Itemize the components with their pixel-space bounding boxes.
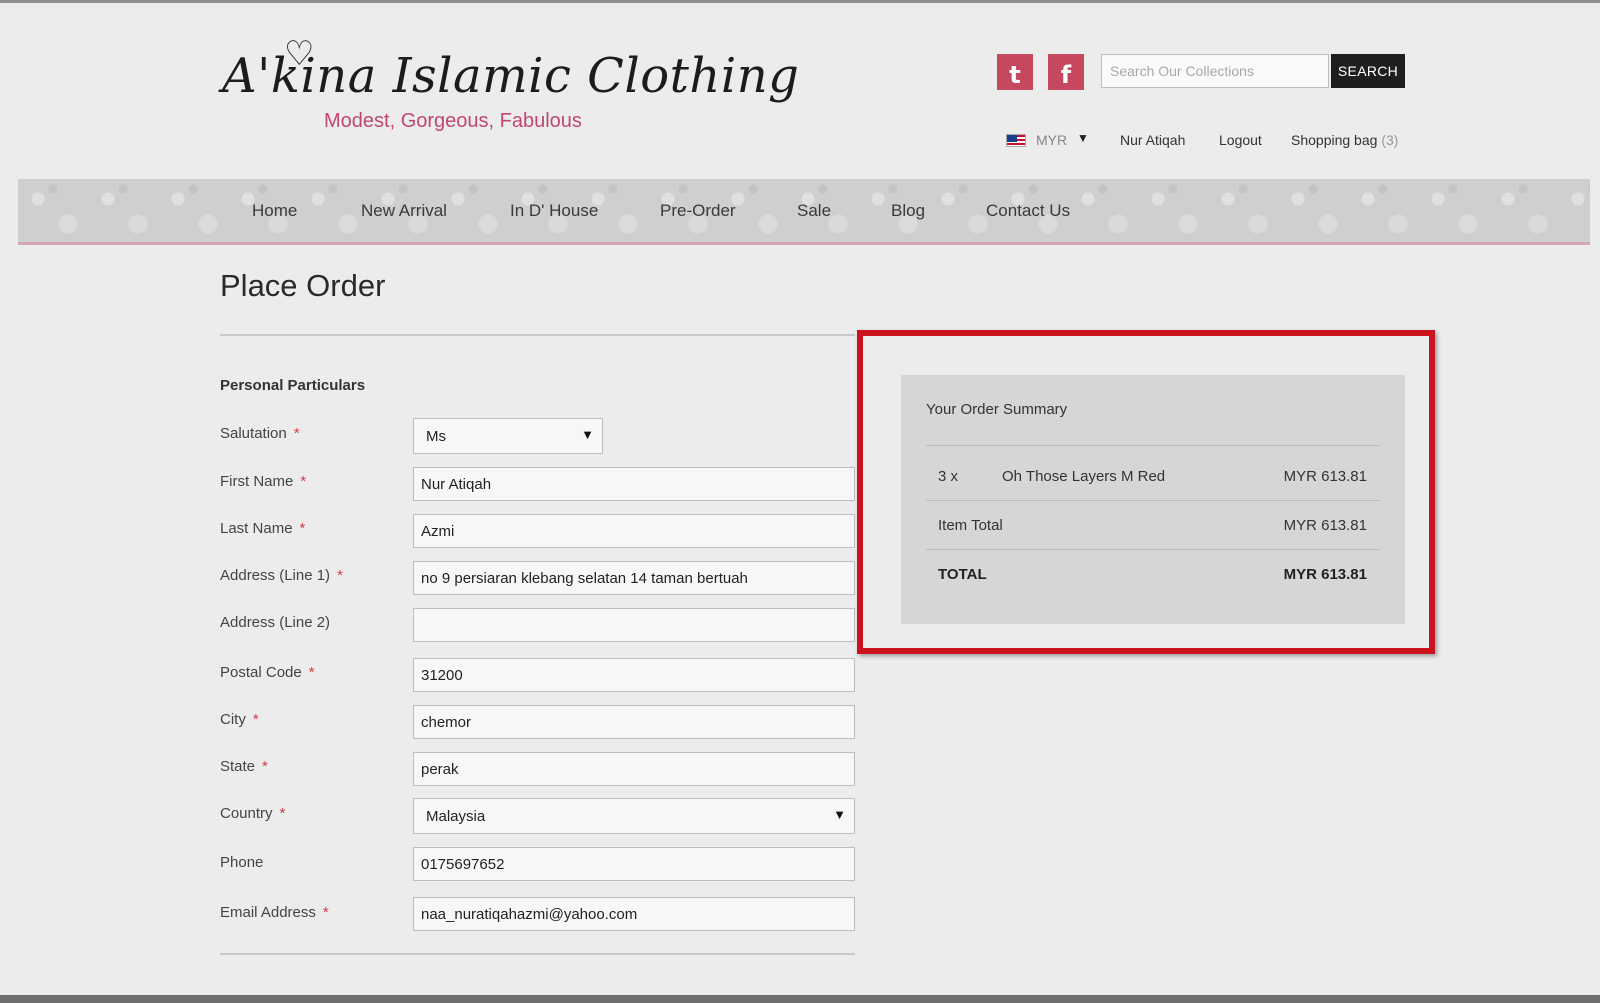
site-logo[interactable]: ♡ A'kina Islamic Clothing Modest, Gorgeo… [222,34,799,144]
phone-label: Phone [220,854,264,871]
order-summary: Your Order Summary 3 x Oh Those Layers M… [901,375,1405,624]
first-name-field[interactable] [413,467,855,501]
postal-code-field[interactable] [413,658,855,692]
item-name: Oh Those Layers M Red [1002,468,1166,485]
page: ♡ A'kina Islamic Clothing Modest, Gorgeo… [0,0,1600,1003]
main-nav: Home New Arrival In D' House Pre-Order S… [18,179,1590,245]
address1-field[interactable] [413,561,855,595]
address2-label: Address (Line 2) [220,614,331,631]
search-button[interactable]: SEARCH [1331,54,1405,88]
total-value: MYR 613.81 [1283,566,1367,583]
divider [220,334,855,336]
currency-selector[interactable]: MYR [1036,132,1067,152]
divider [220,953,855,955]
nav-in-d-house[interactable]: In D' House [510,201,598,221]
divider [926,549,1380,550]
caret-down-icon: ▼ [833,807,846,822]
last-name-field[interactable] [413,514,855,548]
state-field[interactable] [413,752,855,786]
nav-home[interactable]: Home [252,201,297,221]
address1-label: Address (Line 1) * [220,567,343,584]
bottom-border [0,995,1600,1003]
divider [926,500,1380,501]
item-price: MYR 613.81 [1283,468,1367,485]
item-total-label: Item Total [938,517,1003,534]
nav-pre-order[interactable]: Pre-Order [660,201,736,221]
shopping-bag-count: (3) [1381,132,1399,148]
shopping-bag-label: Shopping bag [1291,132,1378,148]
first-name-label: First Name * [220,473,307,490]
state-label: State * [220,758,268,775]
total-label: TOTAL [938,566,987,583]
caret-down-icon: ▼ [581,427,594,442]
nav-sale[interactable]: Sale [797,201,831,221]
city-label: City * [220,711,259,728]
country-select[interactable]: Malaysia ▼ [413,798,855,834]
caret-down-icon[interactable]: ▼ [1077,131,1089,145]
city-field[interactable] [413,705,855,739]
postal-code-label: Postal Code * [220,664,315,681]
page-title: Place Order [220,268,386,303]
country-value: Malaysia [426,808,486,825]
last-name-label: Last Name * [220,520,306,537]
shopping-bag-link[interactable]: Shopping bag (3) [1291,132,1398,152]
twitter-icon[interactable]: t [997,54,1033,90]
phone-field[interactable] [413,847,855,881]
logo-tagline: Modest, Gorgeous, Fabulous [324,110,582,132]
salutation-label: Salutation * [220,425,300,442]
account-user-link[interactable]: Nur Atiqah [1120,132,1185,152]
search-input[interactable] [1101,54,1329,88]
email-label: Email Address * [220,904,329,921]
nav-contact-us[interactable]: Contact Us [986,201,1070,221]
nav-blog[interactable]: Blog [891,201,925,221]
country-label: Country * [220,805,286,822]
address2-field[interactable] [413,608,855,642]
salutation-value: Ms [426,428,446,445]
nav-new-arrival[interactable]: New Arrival [361,201,447,221]
divider [926,445,1380,446]
facebook-icon[interactable]: f [1048,54,1084,90]
top-border [0,0,1600,3]
email-field[interactable] [413,897,855,931]
logo-brand: A'kina Islamic Clothing [222,48,800,104]
item-total-value: MYR 613.81 [1283,517,1367,534]
order-summary-title: Your Order Summary [926,401,1068,418]
logout-link[interactable]: Logout [1219,132,1262,152]
section-heading: Personal Particulars [220,377,366,394]
item-quantity: 3 x [938,468,959,485]
malaysia-flag-icon [1006,134,1026,147]
salutation-select[interactable]: Ms ▼ [413,418,603,454]
